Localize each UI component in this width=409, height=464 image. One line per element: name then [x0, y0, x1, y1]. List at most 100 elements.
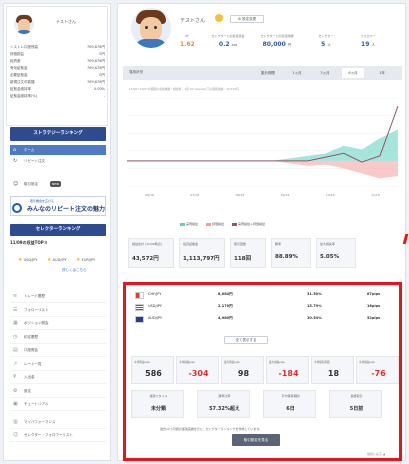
period-tab[interactable]: 集計期間	[255, 68, 281, 78]
flag-icon	[135, 316, 144, 323]
flag-icon	[135, 292, 144, 299]
header-stat-number: 0.2	[218, 41, 230, 48]
trade-settings-button[interactable]: 取引設定を見る	[232, 434, 280, 446]
stat-row: 有効証拠金 769,876円	[10, 66, 105, 72]
info-value: 6日	[286, 406, 295, 412]
nav-label: マイパフォーマンス	[24, 419, 56, 424]
user-name: テストさん	[56, 19, 76, 24]
pips-label: 最大損失pips	[269, 361, 285, 364]
nav-label: ポジション照会	[24, 321, 49, 325]
info-box: 平均保有期間 6日	[263, 390, 316, 418]
info-value: 未分類	[150, 406, 166, 412]
home-icon: ⌂	[13, 147, 17, 153]
banner-logo-icon	[12, 203, 22, 213]
pips-value: -304	[188, 369, 209, 378]
stat-value: 0円	[99, 73, 105, 77]
header-stat-value: 19 人	[350, 41, 386, 48]
nav-item[interactable]: ¥ 入出金	[10, 371, 106, 384]
nav-label: セレクター・フォロワーリスト	[24, 433, 73, 437]
nav-item[interactable]: ▣ チュートリアル	[10, 398, 106, 411]
stat-label: 必要証拠金	[10, 73, 28, 77]
users-icon: ☺	[13, 432, 19, 438]
x-tick-label: 10/18	[326, 193, 335, 197]
note-text: 過去12ヵ月間の運用実績を元に、セレクターランキングを作成しています。	[160, 427, 263, 431]
top3-item[interactable]: ★ USD/JPY	[18, 257, 37, 263]
show-all-button[interactable]: 全て表示する	[224, 336, 268, 344]
list-icon: ☰	[13, 306, 18, 313]
stat-value: 0.00%	[93, 87, 105, 91]
pair-row[interactable]: AUD/JPY 4,980円 10.54% 52pips	[135, 315, 397, 326]
pips-label: 平均損益pips	[359, 361, 375, 364]
nav-label: チュートリアル	[24, 402, 49, 406]
header-stat-value: 80,000 円	[252, 41, 302, 48]
header-stat-label: セレクターとの投資資金	[211, 34, 245, 38]
nav-item[interactable]: ▤ 口座照会	[10, 344, 106, 357]
stat-row: 必要証拠金 0円	[10, 73, 105, 79]
period-tab[interactable]: 1年	[371, 68, 393, 78]
pips-box: 最大利益pips 98	[221, 356, 264, 384]
more-link[interactable]: 詳しくはこちら	[62, 268, 87, 273]
x-tick-label: 07/18	[190, 193, 199, 197]
nav-item[interactable]: ◷ 約定履歴	[10, 331, 106, 344]
stat-value: 769,876円	[87, 66, 105, 70]
nav-item[interactable]: ⚙ 設定	[10, 385, 106, 398]
legend-swatch	[180, 222, 185, 226]
profile-avatar	[131, 8, 171, 48]
settings-button[interactable]: ⚙ 設定変更	[230, 15, 264, 23]
legend-swatch	[232, 222, 238, 226]
stat-row: 純資産 769,876円	[10, 59, 105, 65]
selector-ranking-button[interactable]: セレクターランキング	[10, 224, 106, 236]
nav-item[interactable]: ↗ レート一覧	[10, 358, 106, 371]
header-stat-label: セレクターとの投資総額	[260, 34, 294, 38]
repeat-icon: ↻	[13, 158, 18, 164]
stat-row: 証拠金維持率(%) -	[10, 94, 105, 100]
pair-row[interactable]: USD/JPY 2,170円 15.79% 16pips	[135, 303, 397, 314]
stat-value: 769,876円	[87, 80, 105, 84]
nav-item[interactable]: ☰ フォローリスト	[10, 304, 106, 317]
period-tab[interactable]: 3ヵ月	[314, 68, 336, 78]
period-tab[interactable]: 1ヵ月	[286, 68, 308, 78]
period-tab[interactable]: 6ヵ月	[342, 68, 364, 78]
back-to-top-link[interactable]: 最初に戻る ▲	[367, 452, 385, 456]
pair-name: AUD/JPY	[148, 316, 163, 320]
nav-label: 入出金	[24, 375, 35, 379]
kpi-value: 118回	[234, 256, 251, 262]
legend-item: 実現損益＋評価損益	[232, 222, 265, 226]
profile-name: テストさん	[180, 18, 206, 24]
nav-item[interactable]: ▥ マイパフォーマンス	[10, 416, 106, 429]
top3-item[interactable]: ★ AUD/JPY	[47, 257, 67, 263]
new-badge: NEW	[50, 181, 62, 187]
top3-item[interactable]: ★ EUR/JPY	[76, 257, 95, 263]
account-icon: ▤	[13, 347, 18, 353]
legend-label: 実現損益	[186, 222, 199, 226]
pair-rate: 10.54%	[307, 316, 322, 320]
pair-row[interactable]: CHF/JPY 8,084円 31.50% 87pips	[135, 291, 397, 302]
header-stat-number: 5	[321, 41, 326, 48]
header-stat-unit: Lot	[231, 43, 238, 47]
pips-box: 最大損失pips -184	[266, 356, 309, 384]
menu-item-repeat[interactable]: ↻ リピート注文	[10, 156, 106, 166]
header-stat-unit: 人	[327, 43, 331, 47]
kpi-label: 最大損失率	[320, 242, 336, 246]
nav-item[interactable]: ≡ トレード履歴	[10, 290, 106, 303]
stat-row: 証拠金維持率 0.00%	[10, 87, 105, 93]
pips-label: 平均保有期間	[314, 361, 330, 364]
pair-pips: 87pips	[367, 292, 381, 296]
menu-item-trade-settings[interactable]: ☺ 取引設定 NEW	[10, 179, 106, 189]
pair-total: 4,980円	[218, 316, 233, 320]
info-label: 平均保有期間	[281, 394, 300, 398]
nav-item[interactable]: ☺ セレクター・フォロワーリスト	[10, 429, 106, 442]
stat-label: 新規注文可能額	[10, 80, 35, 84]
x-tick-label: 08/18	[236, 193, 245, 197]
performance-title: 運用状況	[129, 70, 143, 74]
menu-item-home[interactable]: ⌂ ホーム	[10, 145, 106, 155]
kpi-value: 88.89%	[275, 254, 298, 260]
info-label: 運用スタイル	[149, 394, 168, 398]
header-stat: セレクターとの投資総額 80,000 円	[252, 34, 302, 48]
strategy-ranking-button[interactable]: ストラテジーランキング	[10, 127, 106, 141]
position-icon: ▦	[13, 320, 18, 326]
series-area	[127, 160, 398, 179]
smile-icon	[215, 14, 223, 22]
pips-value: 18	[327, 369, 340, 378]
nav-item[interactable]: ▦ ポジション照会	[10, 317, 106, 330]
